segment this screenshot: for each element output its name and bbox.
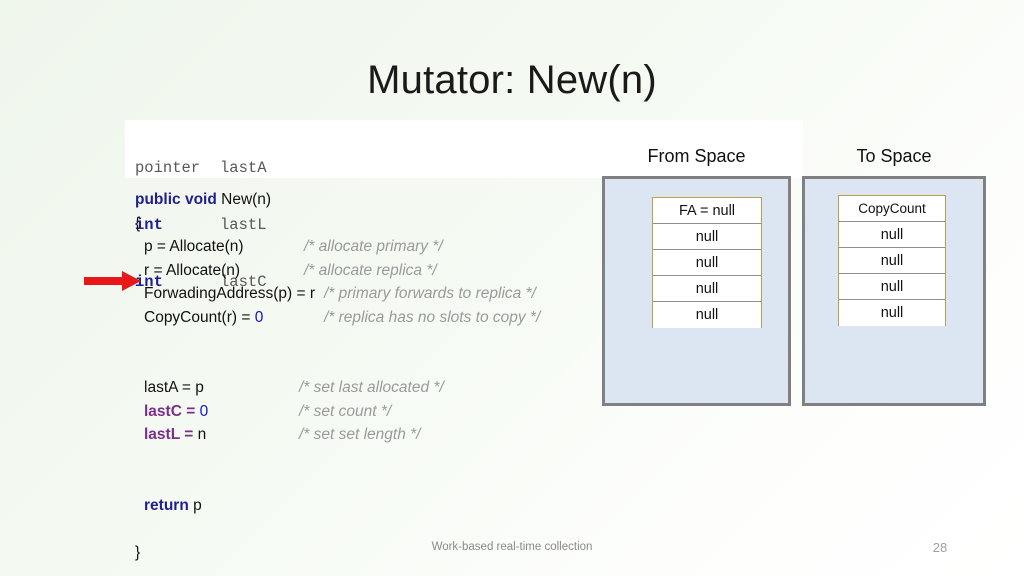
from-space-box: FA = null null null null null	[602, 176, 791, 406]
assignment-name: lastA	[144, 379, 178, 396]
from-space-cell: null	[653, 276, 761, 302]
return-keyword: return	[144, 496, 189, 514]
declaration-row: pointer lastA	[135, 159, 267, 178]
assignment-line: lastC = 0/* set count */	[135, 400, 540, 424]
assignment-value: p	[195, 379, 204, 396]
assignment-op: =	[177, 379, 196, 396]
assignment-line: lastL = n/* set set length */	[135, 423, 540, 447]
statement-comment: /* allocate primary */	[304, 238, 443, 255]
to-space-box: CopyCount null null null null	[802, 176, 986, 406]
statement-text: r = Allocate(n)	[144, 261, 241, 279]
right-arrow-icon	[84, 271, 141, 291]
statement-text: ForwadingAddress(p) = r	[144, 285, 315, 302]
method-code-block: public void New(n) { p = Allocate(n) /* a…	[135, 188, 540, 564]
from-space-cell: null	[653, 250, 761, 276]
statement-comment: /* primary forwards to replica */	[324, 285, 536, 302]
code-statement-line: p = Allocate(n) /* allocate primary */	[135, 235, 540, 259]
statement-prefix: CopyCount(r) =	[144, 308, 255, 326]
page-title: Mutator: New(n)	[367, 58, 657, 102]
signature-name: New(n)	[221, 191, 272, 208]
assignment-text: lastC = 0	[144, 400, 299, 424]
assignment-comment: /* set count */	[299, 402, 392, 420]
declaration-type: pointer	[135, 159, 201, 177]
to-space-cell: null	[839, 300, 945, 326]
assignment-op: =	[179, 426, 198, 443]
from-space-cell: null	[653, 224, 761, 250]
assignment-op: =	[181, 402, 200, 420]
footer-text: Work-based real-time collection	[431, 541, 593, 553]
to-space-cell: null	[839, 248, 945, 274]
assignment-line: lastA = p/* set last allocated */	[135, 376, 540, 400]
to-space-cell: null	[839, 222, 945, 248]
statement-comment: /* allocate replica */	[304, 261, 437, 279]
from-space-cell: null	[653, 302, 761, 328]
statement-text: p = Allocate(n)	[144, 238, 244, 255]
to-space-cell: CopyCount	[839, 196, 945, 222]
signature-keywords: public void	[135, 191, 217, 208]
declaration-name: lastA	[220, 159, 267, 177]
assignment-name: lastL	[144, 426, 180, 443]
statement-text: CopyCount(r) = 0	[144, 306, 324, 330]
return-statement: return p	[135, 494, 540, 518]
to-space-cell-stack: CopyCount null null null null	[838, 195, 946, 326]
code-statement-line: CopyCount(r) = 0/* replica has no slots …	[135, 306, 540, 330]
from-space-label: From Space	[647, 146, 746, 166]
assignment-value: n	[197, 426, 207, 443]
statement-value: 0	[254, 308, 264, 326]
assignment-text: lastA = p	[144, 376, 299, 400]
assignment-comment: /* set last allocated */	[299, 379, 444, 396]
code-statement-line: ForwadingAddress(p) = r /* primary forwar…	[135, 282, 540, 306]
return-value: p	[193, 496, 202, 514]
assignment-value: 0	[199, 402, 209, 420]
from-space-cell-stack: FA = null null null null null	[652, 197, 762, 328]
method-signature: public void New(n)	[135, 188, 540, 212]
to-space-label: To Space	[856, 146, 932, 166]
from-space-cell: FA = null	[653, 198, 761, 224]
assignment-name: lastC	[144, 402, 182, 420]
page-number: 28	[932, 540, 948, 555]
to-space-cell: null	[839, 274, 945, 300]
code-statement-line: r = Allocate(n) /* allocate replica */	[135, 259, 540, 283]
assignment-text: lastL = n	[144, 423, 299, 447]
open-brace: {	[135, 214, 141, 232]
assignment-comment: /* set set length */	[299, 426, 421, 443]
statement-comment: /* replica has no slots to copy */	[324, 308, 541, 326]
